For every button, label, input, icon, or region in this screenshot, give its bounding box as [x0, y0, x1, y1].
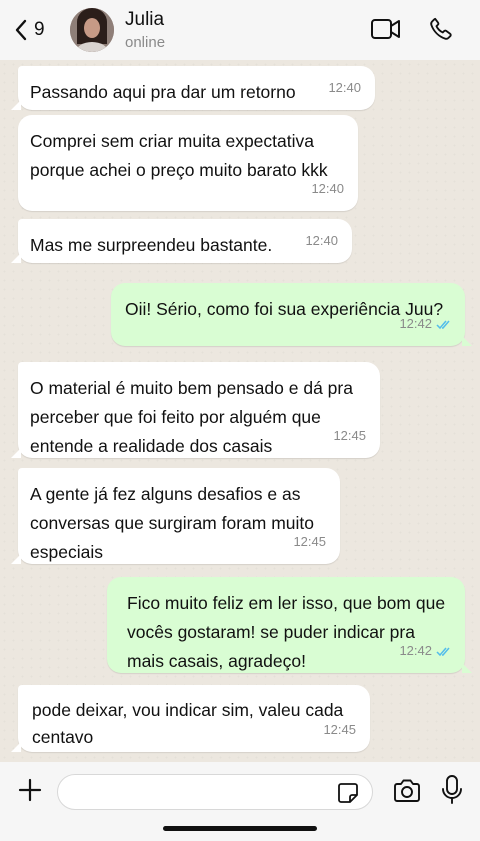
message-time: 12:42 — [399, 643, 432, 658]
message-line: entende a realidade dos casais — [30, 436, 273, 456]
read-ticks-icon — [436, 647, 450, 657]
message-line: centavo — [32, 727, 94, 747]
message-time: 12:40 — [311, 181, 344, 196]
message-bubble-outgoing[interactable]: Fico muito feliz em ler isso, que bom qu… — [107, 577, 472, 673]
message-text: Passando aqui pra dar um retorno — [30, 82, 296, 102]
read-ticks-icon — [436, 320, 450, 330]
chat-area[interactable]: Passando aqui pra dar um retorno 12:40 C… — [0, 60, 480, 762]
chat-header: 9 Julia online — [0, 0, 480, 60]
message-line: Comprei sem criar muita expectativa — [30, 131, 314, 151]
message-bubble[interactable]: Mas me surpreendeu bastante. 12:40 — [11, 219, 352, 263]
message-bubble[interactable]: Passando aqui pra dar um retorno 12:40 — [11, 66, 375, 110]
message-line: O material é muito bem pensado e dá pra — [30, 378, 353, 398]
message-time: 12:40 — [305, 233, 338, 248]
message-line: conversas que surgiram foram muito — [30, 513, 314, 533]
message-text: Mas me surpreendeu bastante. — [30, 235, 273, 255]
microphone-icon[interactable] — [440, 774, 464, 806]
message-bubble[interactable]: Comprei sem criar muita expectativa porq… — [18, 115, 358, 211]
message-time: 12:45 — [333, 428, 366, 443]
video-call-icon[interactable] — [370, 16, 402, 42]
contact-name[interactable]: Julia — [125, 9, 164, 31]
message-line: especiais — [30, 542, 103, 562]
message-time: 12:45 — [323, 722, 356, 737]
home-indicator[interactable] — [163, 826, 317, 831]
message-line: pode deixar, vou indicar sim, valeu cada — [32, 700, 344, 720]
message-line: A gente já fez alguns desafios e as — [30, 484, 301, 504]
contact-status: online — [125, 34, 166, 51]
message-input[interactable] — [57, 774, 373, 810]
message-bubble[interactable]: O material é muito bem pensado e dá pra … — [11, 362, 380, 458]
message-bubble[interactable]: pode deixar, vou indicar sim, valeu cada… — [11, 685, 370, 752]
message-time: 12:45 — [293, 534, 326, 549]
message-line: porque achei o preço muito barato kkk — [30, 160, 328, 180]
phone-icon[interactable] — [428, 16, 454, 42]
message-line: Fico muito feliz em ler isso, que bom qu… — [127, 593, 446, 613]
sticker-icon[interactable] — [336, 781, 360, 805]
plus-icon[interactable] — [17, 777, 43, 803]
unread-count: 9 — [34, 19, 45, 40]
message-time: 12:40 — [328, 80, 361, 95]
back-button[interactable]: 9 — [14, 14, 45, 46]
camera-icon[interactable] — [392, 777, 422, 805]
chevron-left-icon — [15, 19, 27, 41]
avatar[interactable] — [70, 8, 114, 52]
message-bubble[interactable]: A gente já fez alguns desafios e as conv… — [11, 468, 340, 564]
message-time: 12:42 — [399, 316, 432, 331]
message-bubble-outgoing[interactable]: Oii! Sério, como foi sua experiência Juu… — [111, 283, 472, 346]
message-line: perceber que foi feito por alguém que — [30, 407, 321, 427]
